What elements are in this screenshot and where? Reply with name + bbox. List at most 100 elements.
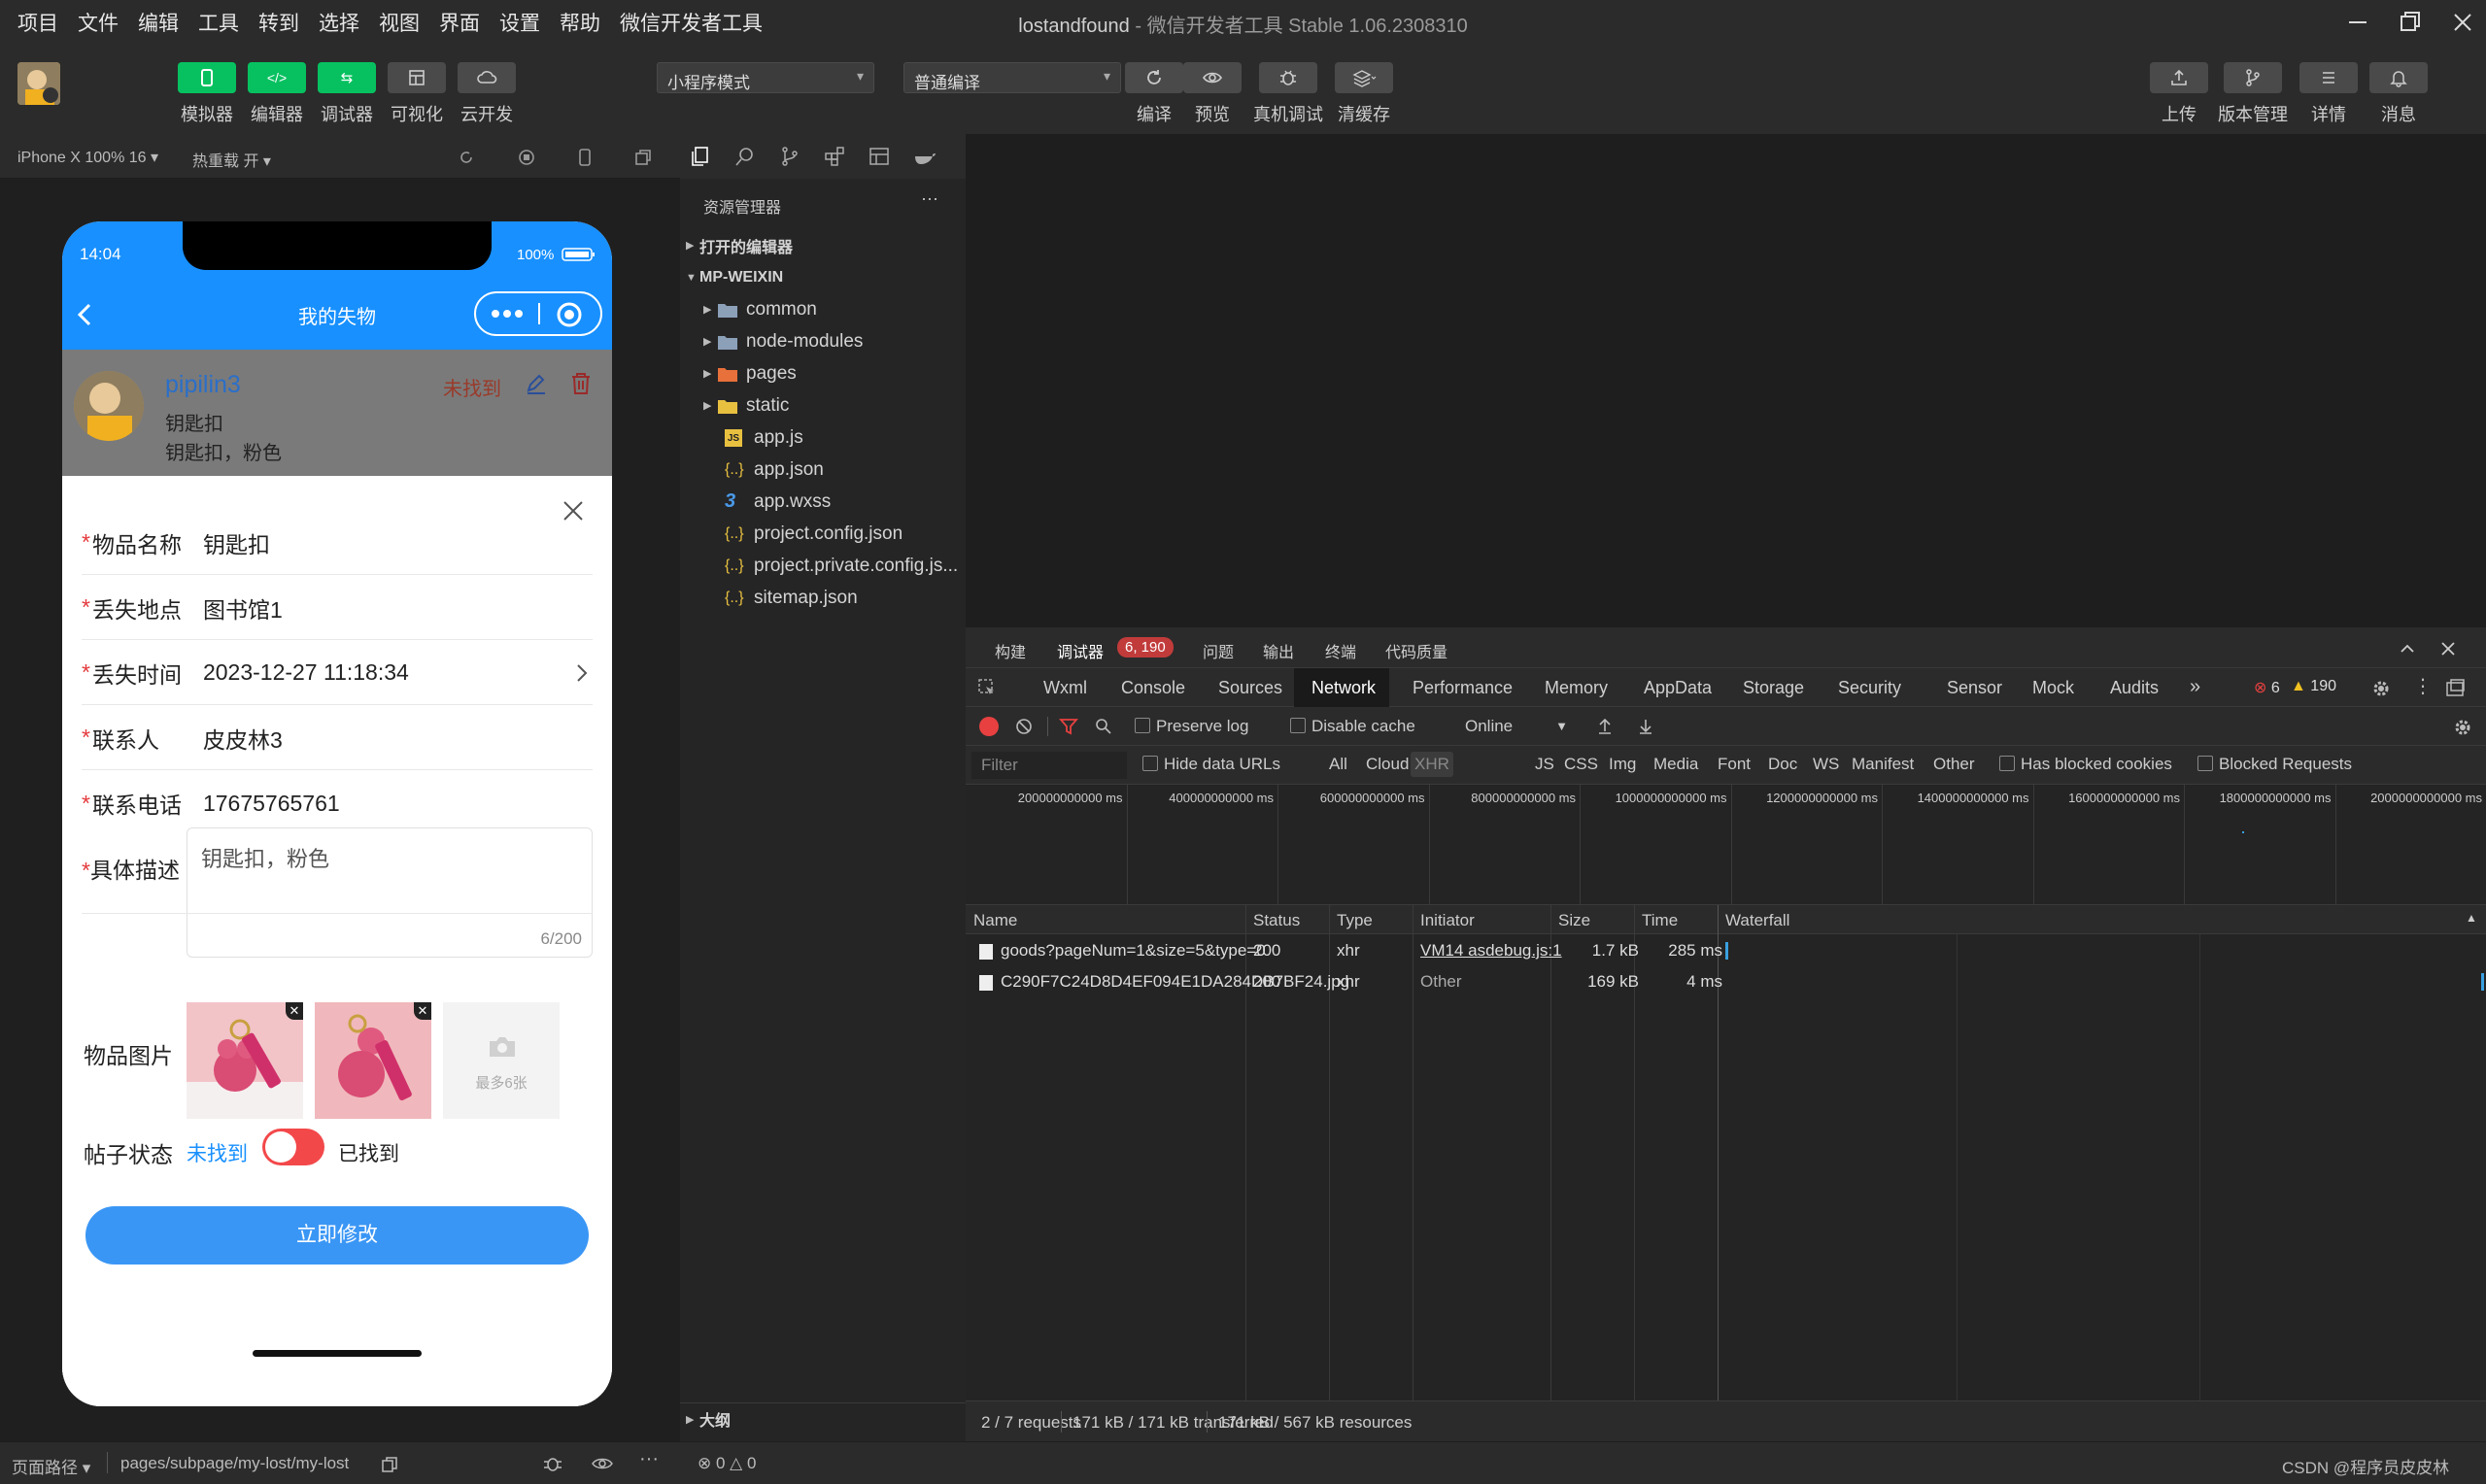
- lost-item-card[interactable]: pipilin3 钥匙扣 钥匙扣，粉色 未找到: [62, 350, 612, 476]
- tab-wxml[interactable]: Wxml: [1043, 678, 1087, 698]
- col-time[interactable]: Time: [1642, 911, 1678, 930]
- tab-output[interactable]: 输出: [1263, 639, 1294, 662]
- tree-file-sitemap[interactable]: {..} sitemap.json: [680, 582, 966, 614]
- field-value[interactable]: 图书馆1: [203, 591, 283, 624]
- field-value[interactable]: 2023-12-27 11:18:34: [203, 659, 409, 686]
- popout-icon[interactable]: [633, 148, 653, 167]
- stop-icon[interactable]: [517, 148, 536, 167]
- filter-doc[interactable]: Doc: [1768, 755, 1797, 774]
- error-count[interactable]: ⊗ 6: [2254, 678, 2280, 697]
- details-button[interactable]: 详情: [2295, 62, 2363, 126]
- field-phone[interactable]: * 联系电话 17675765761: [82, 771, 593, 835]
- tree-folder-static[interactable]: ▶ static: [680, 389, 966, 422]
- tab-performance[interactable]: Performance: [1413, 678, 1513, 698]
- more-options-icon[interactable]: ···: [921, 188, 938, 209]
- kebab-menu-icon[interactable]: ⋮: [2413, 674, 2433, 698]
- col-name[interactable]: Name: [973, 911, 1017, 930]
- network-settings-icon[interactable]: [2452, 717, 2473, 738]
- tab-memory[interactable]: Memory: [1545, 678, 1608, 698]
- col-size[interactable]: Size: [1558, 911, 1590, 930]
- preserve-log-checkbox[interactable]: Preserve log: [1135, 717, 1248, 736]
- tree-folder-pages[interactable]: ▶ pages: [680, 357, 966, 389]
- minimize-icon[interactable]: [2343, 8, 2372, 37]
- device-select[interactable]: iPhone X 100% 16 ▾: [17, 148, 158, 167]
- filter-other[interactable]: Other: [1933, 755, 1975, 774]
- delete-icon[interactable]: [569, 371, 593, 396]
- debugger-button[interactable]: ⇆ 调试器: [313, 62, 381, 126]
- search-icon[interactable]: [734, 146, 756, 167]
- open-editors-section[interactable]: ▶ 打开的编辑器: [680, 229, 966, 261]
- col-waterfall[interactable]: Waterfall: [1725, 911, 1789, 930]
- filter-font[interactable]: Font: [1718, 755, 1751, 774]
- filter-all[interactable]: All: [1329, 755, 1347, 774]
- panel-icon[interactable]: [868, 146, 890, 167]
- export-har-icon[interactable]: [1636, 717, 1655, 736]
- remote-debug-button[interactable]: 真机调试: [1253, 62, 1323, 126]
- exit-miniprogram-icon[interactable]: [556, 301, 583, 328]
- tree-folder-node-modules[interactable]: ▶ node-modules: [680, 325, 966, 357]
- avatar[interactable]: [17, 62, 60, 105]
- preview-button[interactable]: 预览: [1178, 62, 1246, 126]
- tree-file-app-wxss[interactable]: 3 app.wxss: [680, 486, 966, 518]
- row-initiator-link[interactable]: VM14 asdebug.js:1: [1420, 941, 1562, 961]
- col-initiator[interactable]: Initiator: [1420, 911, 1475, 930]
- search-icon[interactable]: [1094, 717, 1113, 736]
- remove-image-icon[interactable]: ✕: [286, 1002, 303, 1020]
- record-icon[interactable]: [979, 717, 999, 736]
- item-image-1[interactable]: ✕: [187, 1002, 303, 1119]
- field-lost-time[interactable]: * 丢失时间 2023-12-27 11:18:34: [82, 641, 593, 705]
- outline-section[interactable]: ▶ 大纲: [680, 1402, 966, 1434]
- chevron-up-icon[interactable]: [2398, 639, 2417, 658]
- tab-security[interactable]: Security: [1838, 678, 1901, 698]
- field-value[interactable]: 17675765761: [203, 791, 340, 817]
- filter-img[interactable]: Img: [1609, 755, 1636, 774]
- tab-terminal[interactable]: 终端: [1325, 639, 1356, 662]
- clear-icon[interactable]: [1014, 717, 1034, 736]
- files-icon[interactable]: [690, 146, 711, 167]
- filter-icon[interactable]: [1059, 717, 1078, 736]
- messages-button[interactable]: 消息: [2365, 62, 2433, 126]
- tree-file-app-json[interactable]: {..} app.json: [680, 454, 966, 486]
- simulator-button[interactable]: 模拟器: [173, 62, 241, 126]
- tree-file-app-js[interactable]: JS app.js: [680, 422, 966, 454]
- filter-input[interactable]: Filter: [971, 752, 1127, 779]
- visual-button[interactable]: 可视化: [383, 62, 451, 126]
- tab-network[interactable]: Network: [1311, 678, 1376, 698]
- mode-select[interactable]: 小程序模式: [657, 62, 874, 93]
- root-folder[interactable]: ▼ MP-WEIXIN: [680, 261, 966, 293]
- tab-storage[interactable]: Storage: [1743, 678, 1804, 698]
- tab-build[interactable]: 构建: [995, 639, 1026, 662]
- tab-debugger[interactable]: 调试器: [1057, 639, 1105, 670]
- more-tabs-icon[interactable]: »: [2190, 676, 2200, 698]
- filter-ws[interactable]: WS: [1813, 755, 1839, 774]
- hot-reload-toggle[interactable]: 热重载 开 ▾: [192, 148, 271, 171]
- clear-cache-button[interactable]: 清缓存: [1330, 62, 1398, 126]
- has-blocked-cookies-checkbox[interactable]: Has blocked cookies: [1999, 755, 2172, 774]
- tab-console[interactable]: Console: [1121, 678, 1185, 698]
- throttle-select[interactable]: Online ▼: [1465, 717, 1568, 736]
- field-contact[interactable]: * 联系人 皮皮林3: [82, 706, 593, 770]
- restore-icon[interactable]: [2396, 8, 2425, 37]
- filter-manifest[interactable]: Manifest: [1852, 755, 1914, 774]
- settings-gear-icon[interactable]: [2370, 678, 2392, 699]
- cloud-dev-button[interactable]: 云开发: [453, 62, 521, 126]
- submit-button[interactable]: 立即修改: [85, 1206, 589, 1265]
- table-row[interactable]: goods?pageNum=1&size=5&type=0 200 xhr VM…: [966, 936, 2486, 967]
- eye-icon[interactable]: [591, 1454, 614, 1473]
- edit-icon[interactable]: [525, 373, 548, 396]
- field-item-name[interactable]: * 物品名称 钥匙扣: [82, 511, 593, 575]
- tree-folder-common[interactable]: ▶ common: [680, 293, 966, 325]
- hide-data-urls-checkbox[interactable]: Hide data URLs: [1142, 755, 1280, 774]
- inspect-icon[interactable]: [977, 678, 997, 697]
- disable-cache-checkbox[interactable]: Disable cache: [1290, 717, 1415, 736]
- field-value[interactable]: 钥匙扣: [203, 526, 270, 559]
- filter-xhr[interactable]: XHR: [1411, 752, 1453, 777]
- source-control-icon[interactable]: [779, 146, 800, 167]
- editor-button[interactable]: </> 编辑器: [243, 62, 311, 126]
- copy-icon[interactable]: [381, 1456, 398, 1473]
- upload-image-button[interactable]: 最多6张: [443, 1002, 560, 1119]
- dock-icon[interactable]: [2444, 678, 2466, 699]
- filter-css[interactable]: CSS: [1564, 755, 1598, 774]
- table-row[interactable]: C290F7C24D8D4EF094E1DA284DB7BF24.jpg 200…: [966, 967, 2486, 998]
- compile-select[interactable]: 普通编译: [903, 62, 1121, 93]
